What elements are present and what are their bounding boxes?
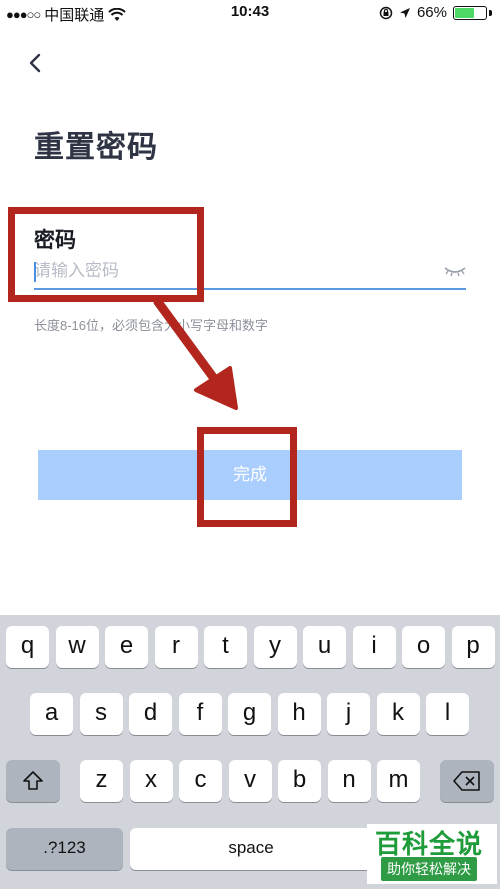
numbers-key[interactable]: .?123 (6, 828, 123, 870)
shift-icon (23, 771, 43, 790)
delete-key[interactable] (440, 760, 494, 802)
key-c[interactable]: c (179, 760, 222, 802)
key-a[interactable]: a (30, 693, 73, 735)
key-q[interactable]: q (6, 626, 49, 668)
watermark: 百科全说 助你轻松解决 (367, 824, 497, 884)
watermark-title: 百科全说 (375, 829, 484, 859)
key-f[interactable]: f (178, 693, 222, 735)
shift-key[interactable] (6, 760, 60, 802)
key-l[interactable]: l (426, 693, 469, 735)
key-r[interactable]: r (154, 626, 198, 668)
key-i[interactable]: i (352, 626, 396, 668)
key-w[interactable]: w (55, 626, 99, 668)
key-g[interactable]: g (228, 693, 271, 735)
key-u[interactable]: u (303, 626, 346, 668)
delete-icon (453, 771, 480, 791)
watermark-subtitle: 助你轻松解决 (381, 857, 477, 881)
key-y[interactable]: y (253, 626, 297, 668)
key-z[interactable]: z (80, 760, 123, 802)
key-s[interactable]: s (79, 693, 123, 735)
space-key[interactable]: space (130, 828, 372, 870)
key-x[interactable]: x (129, 760, 173, 802)
key-o[interactable]: o (402, 626, 445, 668)
key-h[interactable]: h (277, 693, 321, 735)
key-b[interactable]: b (278, 760, 321, 802)
key-p[interactable]: p (451, 626, 495, 668)
key-e[interactable]: e (105, 626, 148, 668)
key-k[interactable]: k (376, 693, 420, 735)
key-t[interactable]: t (204, 626, 247, 668)
key-m[interactable]: m (377, 760, 420, 802)
key-v[interactable]: v (228, 760, 272, 802)
key-n[interactable]: n (327, 760, 371, 802)
key-j[interactable]: j (327, 693, 370, 735)
key-d[interactable]: d (129, 693, 172, 735)
